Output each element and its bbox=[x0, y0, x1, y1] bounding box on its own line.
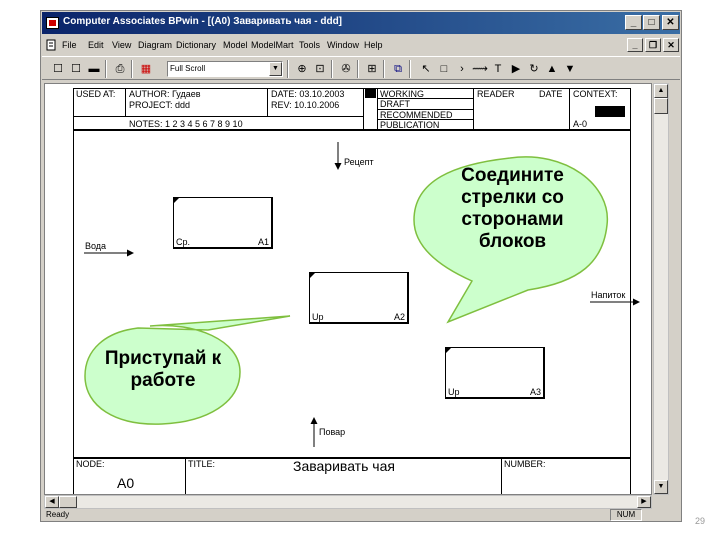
callout-start-text: Приступай к работе bbox=[104, 348, 222, 391]
slide-number: 29 bbox=[695, 516, 706, 526]
callout-connect-text: Соедините стрелки со сторонами блоков bbox=[461, 165, 564, 252]
callout-layer bbox=[84, 156, 609, 425]
